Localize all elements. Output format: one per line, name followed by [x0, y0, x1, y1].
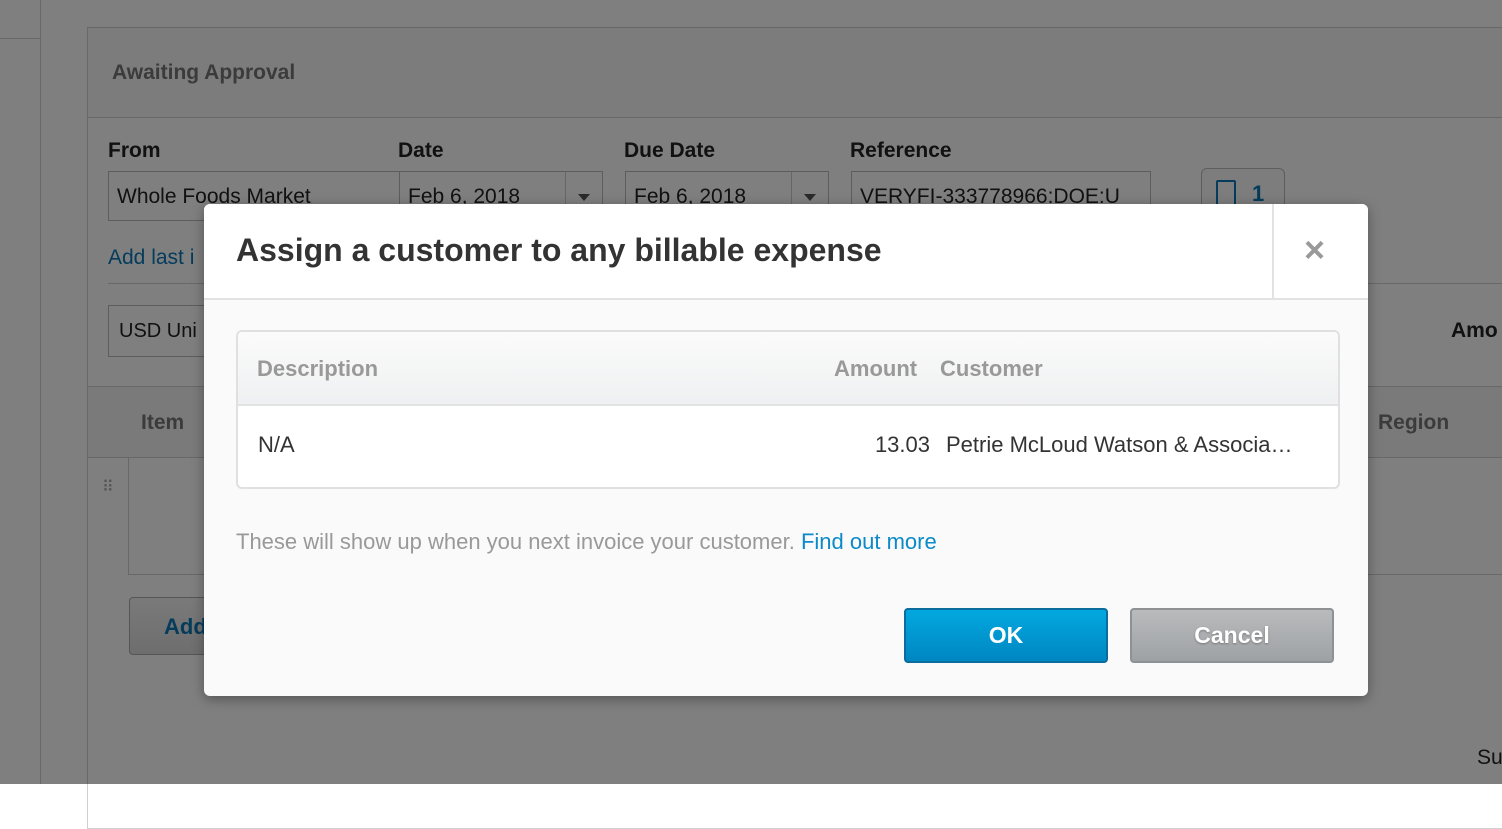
- note-text: These will show up when you next invoice…: [236, 529, 795, 554]
- amount-column-header: Amount: [834, 356, 918, 381]
- ok-button[interactable]: OK: [904, 608, 1108, 663]
- amount-cell: 13.03: [874, 432, 930, 457]
- dialog-header: Assign a customer to any billable expens…: [204, 204, 1368, 300]
- description-cell: N/A: [258, 432, 295, 457]
- description-column-header: Description: [257, 356, 379, 381]
- assign-customer-dialog: Assign a customer to any billable expens…: [204, 204, 1368, 696]
- table-header: Description Amount Customer: [238, 332, 1338, 406]
- info-note: These will show up when you next invoice…: [236, 529, 937, 555]
- cancel-button[interactable]: Cancel: [1130, 608, 1334, 663]
- billable-expenses-table: Description Amount Customer N/A 13.03 Pe…: [236, 330, 1340, 489]
- dialog-title: Assign a customer to any billable expens…: [236, 232, 882, 268]
- customer-cell[interactable]: Petrie McLoud Watson & Associa…: [946, 432, 1292, 458]
- close-button[interactable]: ×: [1272, 204, 1368, 298]
- customer-column-header: Customer: [940, 356, 1043, 381]
- close-icon: ×: [1304, 229, 1326, 270]
- find-out-more-link[interactable]: Find out more: [801, 529, 937, 554]
